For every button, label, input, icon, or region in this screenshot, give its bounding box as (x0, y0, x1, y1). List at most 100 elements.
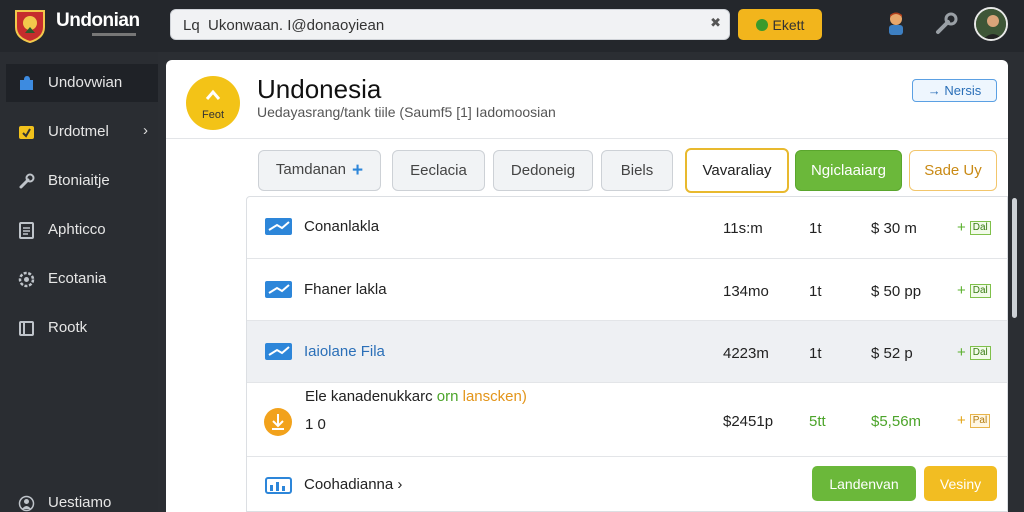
header-divider (166, 138, 1008, 139)
sidebar-item-uestiamo[interactable]: Uestiamo (6, 484, 158, 512)
tab-label: Ngiclaaiarg (810, 162, 887, 179)
chevron-up-icon (205, 89, 221, 100)
document-icon (19, 222, 34, 239)
avatar-portrait-icon (976, 9, 1006, 39)
row-price: $ 30 m (871, 220, 917, 237)
top-action-button[interactable]: Ekett (738, 9, 822, 40)
tab-label: Tamdanan (275, 160, 346, 178)
row-name-line2: 1 0 (305, 416, 326, 433)
top-action-label: Ekett (772, 16, 805, 33)
tab-sade-uy[interactable]: Sade Uy (909, 150, 997, 191)
list-item[interactable]: Conanlakla 11s:m 1t $ 30 m + Dal (247, 197, 1007, 259)
row-size: 11s:m (723, 220, 763, 237)
sidebar-item-aphticco[interactable]: Aphticco (6, 211, 158, 249)
plus-icon: + (351, 159, 364, 181)
row-count: 1t (809, 283, 822, 300)
badge-label: Dal (969, 221, 991, 235)
list-item[interactable]: Fhaner lakla 134mo 1t $ 50 pp + Dal (247, 259, 1007, 321)
search-box[interactable]: ✖ (170, 9, 730, 40)
tab-label: Biels (620, 162, 654, 179)
tab-vavaraliay[interactable]: Vavaraliay (685, 148, 789, 193)
arrow-right-icon: → (927, 83, 945, 98)
puzzle-icon (20, 76, 33, 90)
primary-action-button[interactable]: Landenvan (812, 466, 916, 501)
tools-icon (19, 173, 35, 189)
row-badge[interactable]: + Dal (957, 344, 991, 361)
clear-search-icon[interactable]: ✖ (710, 15, 721, 31)
top-bar: Undonian ✖ Ekett (0, 0, 1024, 52)
sidebar-item-label: Uestiamo (48, 494, 112, 511)
row-name-text: Coohadianna (304, 476, 394, 493)
plus-icon: + (957, 282, 966, 299)
profile-badge[interactable]: Feot (186, 76, 240, 130)
sidebar-item-btoniaitje[interactable]: Btoniaitje (6, 162, 158, 200)
download-circle-icon (264, 408, 292, 436)
sidebar-item-urdotmel[interactable]: Urdotmel › (6, 113, 158, 151)
book-icon (19, 321, 34, 336)
row-count: 1t (809, 345, 822, 362)
sidebar-item-rootk[interactable]: Rootk (6, 309, 158, 347)
tab-dedoneig[interactable]: Dedoneig (493, 150, 593, 191)
sidebar-item-label: Urdotmel (48, 123, 109, 140)
list-item[interactable]: Ele kanadenukkarc orn lanscken) 1 0 $245… (247, 383, 1007, 457)
badge-label: Dal (969, 346, 991, 360)
list-item-selected[interactable]: Iaiolane Fila 4223m 1t $ 52 p + Dal (247, 321, 1007, 383)
tab-ngiclaaiarg[interactable]: Ngiclaaiarg (795, 150, 902, 191)
user-character-icon[interactable] (882, 10, 910, 38)
news-label: Nersis (944, 83, 982, 98)
row-size: 4223m (723, 345, 769, 362)
chevron-right-icon: › (397, 476, 403, 493)
page-subtitle: Uedayasrang/tank tiile (Saumf5 [1] Iadom… (257, 104, 556, 120)
row-name-orange: lanscken) (462, 388, 527, 405)
profile-badge-caption: Feot (201, 109, 224, 121)
sidebar: Undovwian Urdotmel › Btoniaitje Aphticco… (0, 52, 158, 512)
tab-biels[interactable]: Biels (601, 150, 673, 191)
wrench-icon[interactable] (932, 10, 960, 38)
row-badge[interactable]: + Dal (957, 282, 991, 299)
row-price: $ 50 pp (871, 283, 922, 300)
brand-tagline-bar (92, 33, 136, 36)
sidebar-item-undovwian[interactable]: Undovwian (6, 64, 158, 102)
folder-icon (19, 126, 34, 139)
secondary-action-button[interactable]: Vesiny (924, 466, 997, 501)
row-badge[interactable]: + Pal (957, 412, 991, 429)
sidebar-item-label: Undovwian (48, 74, 123, 91)
chart-bar-icon (265, 477, 292, 494)
sidebar-item-label: Aphticco (48, 221, 106, 238)
tab-label: Eeclacia (410, 162, 467, 179)
sidebar-item-ecotania[interactable]: Ecotania (6, 260, 158, 298)
plus-icon: + (957, 344, 966, 361)
row-size: $2451p (723, 413, 774, 430)
chevron-right-icon: › (143, 122, 148, 139)
row-badge[interactable]: + Dal (957, 219, 991, 236)
emblem-logo-icon[interactable] (12, 7, 48, 43)
chart-line-icon (265, 218, 292, 235)
plus-icon: + (957, 219, 966, 236)
avatar[interactable] (974, 7, 1008, 41)
row-size: 134mo (723, 283, 769, 300)
user-icon (18, 495, 35, 512)
sidebar-item-label: Ecotania (48, 270, 107, 287)
news-button[interactable]: → Nersis (912, 79, 997, 102)
chart-line-icon (265, 343, 292, 360)
row-name: Iaiolane Fila (304, 343, 385, 360)
row-price: $ 52 p (871, 345, 913, 362)
tab-label: Sade Uy (924, 162, 982, 179)
scrollbar[interactable] (1012, 198, 1017, 318)
row-name: Ele kanadenukkarc orn lanscken) (305, 388, 527, 405)
search-input[interactable] (183, 15, 703, 35)
row-name-green: orn (436, 388, 459, 405)
badge-label: Pal (969, 414, 991, 428)
tab-label: Vavaraliay (702, 162, 772, 179)
chart-line-icon (265, 281, 292, 298)
sidebar-item-label: Btoniaitje (48, 172, 110, 189)
row-name: Fhaner lakla (304, 281, 387, 298)
tab-eeclacia[interactable]: Eeclacia (392, 150, 485, 191)
badge-label: Dal (969, 284, 991, 298)
page-title: Undonesia (257, 74, 382, 104)
row-count: 1t (809, 220, 822, 237)
sidebar-item-label: Rootk (48, 319, 88, 336)
main-panel: Feot Undonesia Uedayasrang/tank tiile (S… (166, 60, 1008, 512)
tab-tamdanan[interactable]: Tamdanan + (258, 150, 381, 191)
plus-icon: + (957, 412, 966, 429)
